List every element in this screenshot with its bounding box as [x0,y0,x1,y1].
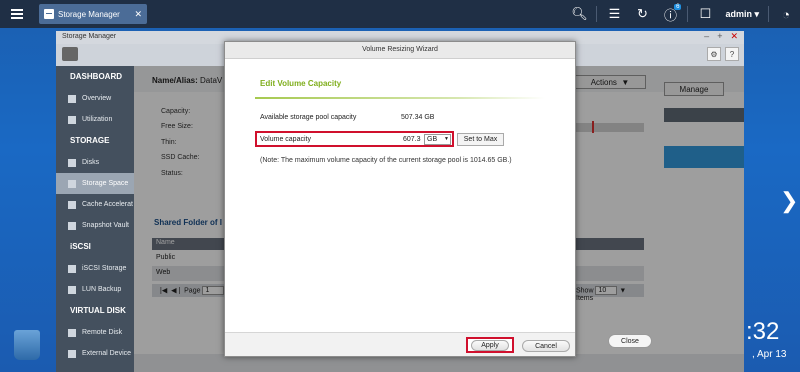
volume-resizing-dialog: Volume Resizing Wizard Edit Volume Capac… [224,41,576,357]
sidebar-section-dashboard: DASHBOARD [70,72,122,81]
sidebar-item-label: Remote Disk [82,329,123,336]
cancel-button[interactable]: Cancel [522,340,570,352]
sidebar-item-label: iSCSI Storage [82,265,127,272]
volume-capacity-label: Volume capacity [260,136,311,143]
sidebar-item-label: Overview [82,95,112,102]
settings-icon[interactable]: ⚙ [707,47,721,61]
sidebar-item-overview[interactable]: Overview [56,88,134,109]
sidebar-item-external-device[interactable]: External Device [56,343,134,364]
pool-capacity-label: Available storage pool capacity [260,114,357,121]
sidebar-item-iscsi-storage[interactable]: iSCSI Storage [56,258,134,279]
next-page-arrow-icon[interactable]: ❯ [780,188,798,214]
minimize-icon[interactable]: – [704,31,709,42]
divider [687,6,689,22]
notification-badge: 6 [674,4,682,10]
sidebar-item-snapshot-vault[interactable]: Snapshot Vault [56,215,134,236]
window-title: Storage Manager [62,33,117,40]
sidebar: DASHBOARD Overview Utilization STORAGE D… [56,66,134,372]
sidebar-item-label: Snapshot Vault [82,222,129,229]
sidebar-item-cache-acceleration[interactable]: Cache Accelerat [56,194,134,215]
backup-icon [68,285,76,294]
unit-select[interactable]: GB ▼ [424,134,451,145]
snapshot-icon [68,221,76,230]
close-button[interactable]: Close [608,334,652,348]
close-icon[interactable]: ✕ [134,9,142,20]
taskbar: Storage Manager ✕ 🔍︎ ☰ ↻ ⓘ 6 ☐ admin ▾ ◔ [0,0,800,28]
volume-capacity-input[interactable] [365,134,421,145]
pool-capacity-value: 507.34 GB [401,114,435,121]
divider [768,6,769,22]
dialog-title: Volume Resizing Wizard [225,42,575,59]
search-icon[interactable]: 🔍︎ [565,0,593,28]
window-controls: – + ✕ [704,31,738,42]
section-title: Edit Volume Capacity [260,79,342,88]
help-icon[interactable]: ? [725,47,739,61]
sidebar-section-virtual-disk: VIRTUAL DISK [70,306,126,315]
maximize-icon[interactable]: + [717,31,722,42]
sidebar-item-disks[interactable]: Disks [56,152,134,173]
task-stack-icon[interactable]: ☰ [600,0,628,28]
sync-icon[interactable]: ↻ [628,0,656,28]
chevron-down-icon: ▼ [444,136,449,142]
sidebar-item-label: Storage Space [82,180,129,187]
toolbar-right-buttons: ⚙ ? [707,47,739,61]
main-menu-button[interactable] [0,0,34,28]
remote-disk-icon [68,328,76,337]
dashboard-gauge-icon[interactable]: ◔ [772,0,800,28]
taskbar-app-label: Storage Manager [58,9,120,19]
overview-icon [68,94,76,103]
sidebar-item-label: LUN Backup [82,286,122,293]
chart-icon [68,115,76,124]
storage-space-icon [68,179,76,188]
set-to-max-button[interactable]: Set to Max [457,133,504,146]
capacity-note: (Note: The maximum volume capacity of th… [260,157,512,164]
notification-info-icon[interactable]: ⓘ 6 [656,0,684,28]
clock-date: , Apr 13 [752,349,787,360]
view-toggle-button[interactable] [62,47,78,61]
clock-time: :32 [746,318,780,345]
taskbar-icons: 🔍︎ ☰ ↻ ⓘ 6 ☐ admin ▾ ◔ [565,0,800,28]
external-device-icon [68,349,76,358]
volume-capacity-row: Volume capacity GB ▼ [255,131,454,147]
hamburger-icon [11,13,23,15]
sidebar-item-utilization[interactable]: Utilization [56,109,134,130]
sidebar-section-iscsi: iSCSI [70,242,91,251]
sidebar-item-label: Disks [82,159,100,166]
recycle-bin-icon[interactable] [14,330,40,360]
apply-button[interactable]: Apply [466,337,514,353]
sidebar-section-storage: STORAGE [70,136,110,145]
sidebar-item-remote-disk[interactable]: Remote Disk [56,322,134,343]
sidebar-item-storage-space[interactable]: Storage Space [56,173,134,194]
user-icon[interactable]: ☐ [691,0,719,28]
sidebar-item-label: External Device [82,350,132,357]
apply-label: Apply [471,339,509,351]
unit-value: GB [427,136,438,143]
disk-icon [68,158,76,167]
sidebar-item-lun-backup[interactable]: LUN Backup [56,279,134,300]
divider [596,6,598,22]
user-menu[interactable]: admin ▾ [719,9,765,20]
sidebar-item-label: Utilization [82,116,113,123]
cache-icon [68,200,76,209]
close-window-icon[interactable]: ✕ [730,31,738,42]
iscsi-icon [68,264,76,273]
section-divider [255,97,545,99]
sidebar-item-label: Cache Accelerat [82,201,133,208]
taskbar-app-tab[interactable]: Storage Manager ✕ [39,4,147,24]
storage-manager-icon [44,9,54,19]
